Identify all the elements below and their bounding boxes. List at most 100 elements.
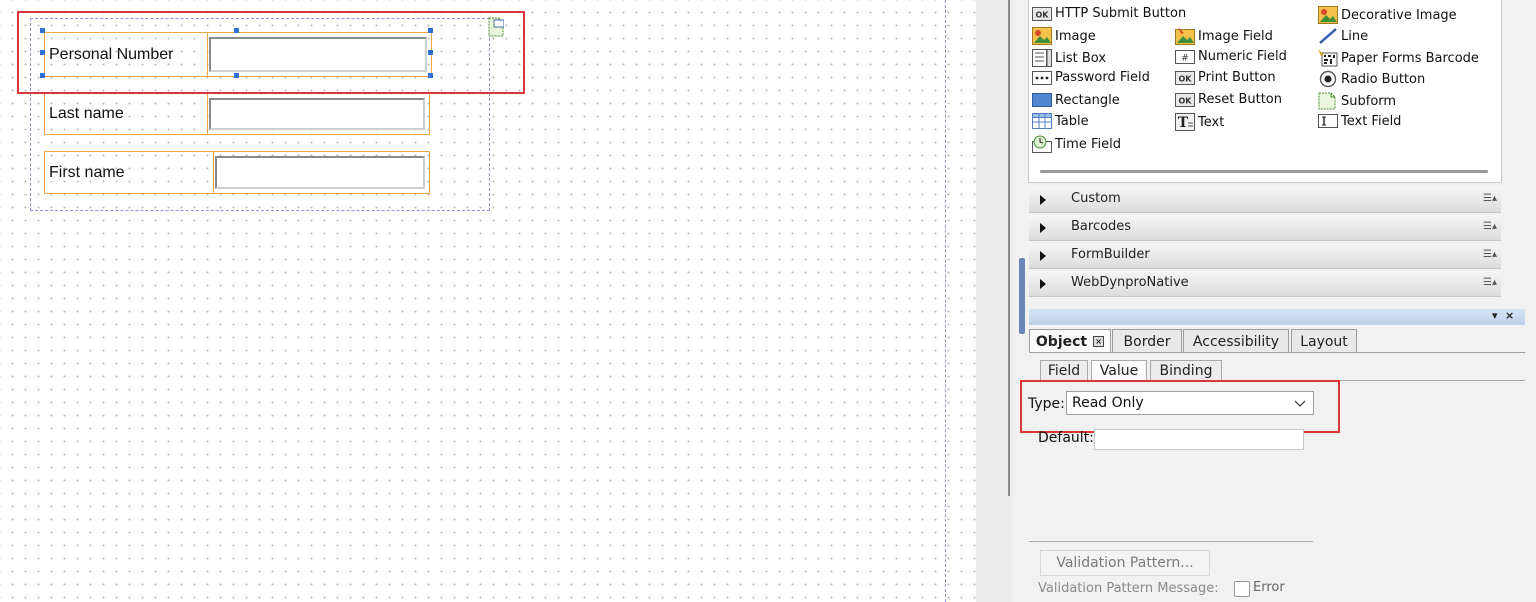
category-menu-icon[interactable]: ☰▴	[1483, 277, 1497, 288]
image-icon	[1032, 27, 1052, 45]
page-boundary-line	[945, 0, 946, 602]
object-label: Print Button	[1198, 70, 1276, 85]
category-formbuilder[interactable]: FormBuilder ☰▴	[1029, 243, 1501, 269]
image-field-icon	[1175, 27, 1195, 45]
separator-line	[1029, 541, 1313, 542]
object-label: Decorative Image	[1341, 7, 1457, 23]
category-custom[interactable]: Custom ☰▴	[1029, 187, 1501, 213]
highlight-box-type-select	[1020, 380, 1340, 433]
tab-layout[interactable]: Layout	[1291, 329, 1357, 353]
object-subform[interactable]: Subform	[1318, 92, 1396, 110]
category-barcodes[interactable]: Barcodes ☰▴	[1029, 215, 1501, 241]
subtab-label: Binding	[1159, 363, 1213, 379]
expand-triangle-icon	[1040, 195, 1046, 205]
rectangle-icon	[1032, 93, 1052, 107]
default-label: Default:	[1038, 430, 1094, 446]
first-name-field[interactable]: First name	[44, 151, 430, 194]
subtab-binding[interactable]: Binding	[1150, 360, 1222, 381]
category-menu-icon[interactable]: ☰▴	[1483, 221, 1497, 232]
object-decorative-image[interactable]: Decorative Image	[1318, 6, 1457, 24]
svg-text:OK: OK	[1179, 96, 1193, 105]
object-http-submit-button[interactable]: OK HTTP Submit Button	[1032, 6, 1186, 21]
caption-divider	[207, 94, 208, 134]
object-label: Numeric Field	[1198, 49, 1287, 64]
tab-label: Accessibility	[1192, 333, 1280, 350]
palette-menu-icon[interactable]: ▾	[1492, 309, 1498, 322]
svg-text:#: #	[1181, 53, 1189, 63]
object-line[interactable]: Line	[1318, 27, 1368, 45]
object-list-box[interactable]: List Box	[1032, 49, 1106, 67]
object-label: Line	[1341, 28, 1369, 44]
object-label: Table	[1055, 113, 1089, 129]
svg-text:OK: OK	[1036, 10, 1050, 19]
password-field-icon	[1032, 70, 1052, 85]
category-menu-icon[interactable]: ☰▴	[1483, 193, 1497, 204]
object-image-field[interactable]: Image Field	[1175, 27, 1273, 45]
ok-button-icon: OK	[1175, 70, 1195, 85]
object-label: Radio Button	[1341, 71, 1426, 87]
object-text-field[interactable]: Text Field	[1318, 113, 1401, 129]
subtab-label: Field	[1047, 363, 1081, 379]
tab-border[interactable]: Border	[1112, 329, 1182, 353]
object-label: Paper Forms Barcode	[1341, 50, 1479, 66]
splitter-line	[1008, 0, 1010, 496]
last-name-input[interactable]	[209, 98, 425, 130]
barcode-icon	[1318, 49, 1338, 67]
tab-accessibility[interactable]: Accessibility	[1183, 329, 1289, 353]
object-text[interactable]: T Text	[1175, 113, 1224, 131]
object-password-field[interactable]: Password Field	[1032, 70, 1150, 85]
subtab-value[interactable]: Value	[1091, 360, 1147, 381]
horizontal-scrollbar[interactable]	[1040, 170, 1488, 173]
palette-title-bar[interactable]	[1029, 309, 1525, 325]
object-label: List Box	[1055, 50, 1107, 66]
subtab-label: Value	[1099, 363, 1139, 379]
object-label: Rectangle	[1055, 92, 1120, 108]
category-webdynpronative[interactable]: WebDynproNative ☰▴	[1029, 271, 1501, 297]
object-label: Reset Button	[1198, 92, 1282, 107]
tab-object[interactable]: Object ×	[1029, 329, 1111, 353]
object-label: Time Field	[1055, 136, 1121, 152]
subtab-field[interactable]: Field	[1040, 360, 1088, 381]
object-time-field[interactable]: Time Field	[1032, 135, 1121, 153]
object-label: Text Field	[1341, 113, 1402, 129]
splitter-grip[interactable]	[1019, 258, 1025, 334]
table-icon	[1032, 113, 1052, 129]
object-table[interactable]: Table	[1032, 113, 1089, 129]
list-box-icon	[1032, 49, 1052, 67]
last-name-field[interactable]: Last name	[44, 93, 430, 135]
object-print-button[interactable]: OK Print Button	[1175, 70, 1276, 85]
category-label: Barcodes	[1071, 219, 1132, 234]
ok-button-icon: OK	[1032, 6, 1052, 21]
object-rectangle[interactable]: Rectangle	[1032, 92, 1120, 108]
category-menu-icon[interactable]: ☰▴	[1483, 249, 1497, 260]
expand-triangle-icon	[1040, 251, 1046, 261]
panel-splitter[interactable]	[976, 0, 1025, 602]
object-reset-button[interactable]: OK Reset Button	[1175, 92, 1282, 107]
field-caption: Last name	[49, 105, 124, 122]
validation-pattern-button[interactable]: Validation Pattern...	[1040, 550, 1210, 576]
object-paper-forms-barcode[interactable]: Paper Forms Barcode	[1318, 49, 1479, 67]
default-input[interactable]	[1094, 429, 1304, 450]
category-label: Custom	[1071, 191, 1121, 206]
tab-label: Object	[1035, 333, 1088, 350]
error-checkbox[interactable]	[1234, 581, 1250, 597]
first-name-input[interactable]	[215, 156, 425, 189]
object-label: Subform	[1341, 93, 1397, 109]
error-label: Error	[1253, 580, 1285, 595]
object-image[interactable]: Image	[1032, 27, 1096, 45]
ok-button-icon: OK	[1175, 92, 1195, 107]
palette-controls[interactable]: ▾ ×	[1492, 309, 1514, 322]
close-icon[interactable]: ×	[1505, 309, 1514, 322]
tab-label: Layout	[1300, 333, 1348, 350]
caption-divider	[213, 152, 214, 193]
object-radio-button[interactable]: Radio Button	[1318, 70, 1425, 88]
tab-close-icon[interactable]: ×	[1093, 336, 1105, 347]
numeric-field-icon: #	[1175, 49, 1195, 64]
design-canvas[interactable]: Personal Number Last name First name	[0, 0, 976, 602]
validation-pattern-message-label: Validation Pattern Message:	[1038, 581, 1219, 596]
text-field-icon	[1318, 114, 1338, 128]
svg-text:T: T	[1178, 115, 1189, 131]
field-caption: First name	[49, 163, 125, 181]
category-label: FormBuilder	[1071, 247, 1150, 262]
object-numeric-field[interactable]: # Numeric Field	[1175, 49, 1287, 64]
